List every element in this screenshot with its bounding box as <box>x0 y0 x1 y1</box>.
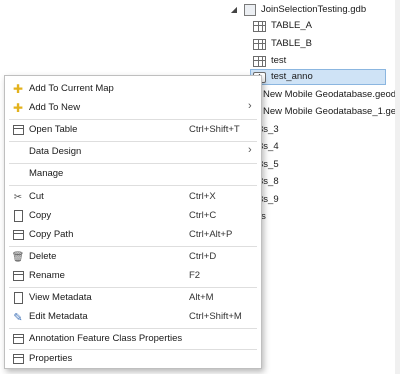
menu-shortcut: Ctrl+Shift+M <box>189 311 242 322</box>
menu-rename[interactable]: Rename F2 <box>5 265 261 287</box>
menu-label: Add To New <box>29 102 81 113</box>
menu-shortcut: Ctrl+C <box>189 210 217 221</box>
tree-gdb-node[interactable]: ◢ JoinSelectionTesting.gdb <box>229 2 366 18</box>
menu-copy-path[interactable]: Copy Path Ctrl+Alt+P <box>5 224 261 246</box>
menu-open-table[interactable]: Open Table Ctrl+Shift+T <box>5 119 261 141</box>
tree-item-label: New Mobile Geodatabase_1.geod... <box>263 106 400 117</box>
tree-item-table-a[interactable]: TABLE_A <box>253 18 312 34</box>
menu-annotation-properties[interactable]: Annotation Feature Class Properties <box>5 328 261 350</box>
table-icon <box>253 38 266 50</box>
table-icon <box>253 20 266 32</box>
tree-item-label: TABLE_B <box>271 38 313 49</box>
menu-shortcut: Ctrl+D <box>189 251 217 262</box>
tree-item-table-b[interactable]: TABLE_B <box>253 36 312 52</box>
menu-edit-metadata[interactable]: ✎ Edit Metadata Ctrl+Shift+M <box>5 306 261 328</box>
menu-add-to-new[interactable]: ✚ Add To New › <box>5 97 261 119</box>
properties-icon <box>11 352 25 366</box>
menu-shortcut: Ctrl+X <box>189 191 216 202</box>
tree-item-test-anno[interactable]: A test_anno <box>250 69 386 85</box>
pencil-icon: ✎ <box>13 311 23 324</box>
add-new-icon: ✚ <box>12 101 24 115</box>
table-icon <box>253 55 266 67</box>
menu-label: Delete <box>29 251 57 262</box>
tree-item-mobile-gdb[interactable]: New Mobile Geodatabase.geodata... <box>246 87 400 103</box>
metadata-icon <box>11 291 25 305</box>
table-icon <box>11 123 25 137</box>
menu-label: Copy Path <box>29 229 74 240</box>
menu-label: Annotation Feature Class Properties <box>29 333 183 344</box>
menu-label: Open Table <box>29 124 78 135</box>
chevron-right-icon: › <box>248 144 252 156</box>
menu-label: Add To Current Map <box>29 83 114 94</box>
menu-label: Rename <box>29 270 65 281</box>
chevron-right-icon: › <box>248 100 252 112</box>
tree-item-mobile-gdb-1[interactable]: New Mobile Geodatabase_1.geod... <box>246 104 400 120</box>
tree-item-label: test <box>271 55 287 66</box>
context-menu: ✚ Add To Current Map ✚ Add To New › Open… <box>4 75 262 369</box>
trash-icon: 🗑 <box>11 251 25 263</box>
geodatabase-icon <box>244 4 256 16</box>
tree-item-label: TABLE_A <box>271 20 313 31</box>
menu-label: Manage <box>29 168 64 179</box>
menu-label: Properties <box>29 353 73 364</box>
copy-path-icon <box>11 228 25 242</box>
menu-label: Cut <box>29 191 44 202</box>
copy-icon <box>11 209 25 223</box>
annotation-properties-icon <box>11 332 25 346</box>
menu-manage[interactable]: Manage <box>5 163 261 185</box>
scissors-icon: ✂ <box>13 191 23 203</box>
menu-label: Data Design <box>29 146 82 157</box>
menu-shortcut: Ctrl+Shift+T <box>189 124 240 135</box>
menu-label: View Metadata <box>29 292 92 303</box>
menu-label: Copy <box>29 210 52 221</box>
tree-item-label: test_anno <box>271 71 313 82</box>
tree-item-test[interactable]: test <box>253 53 286 69</box>
menu-properties[interactable]: Properties <box>5 348 261 370</box>
tree-item-label: New Mobile Geodatabase.geodata... <box>263 89 400 100</box>
gdb-label: JoinSelectionTesting.gdb <box>261 4 367 15</box>
vertical-scrollbar[interactable] <box>395 0 400 374</box>
expand-caret-icon[interactable]: ◢ <box>229 2 239 18</box>
rename-icon <box>11 269 25 283</box>
menu-data-design[interactable]: Data Design › <box>5 141 261 163</box>
menu-shortcut: Ctrl+Alt+P <box>189 229 233 240</box>
add-data-icon: ✚ <box>12 82 24 96</box>
menu-shortcut: Alt+M <box>189 292 214 303</box>
menu-shortcut: F2 <box>189 270 201 281</box>
menu-label: Edit Metadata <box>29 311 88 322</box>
